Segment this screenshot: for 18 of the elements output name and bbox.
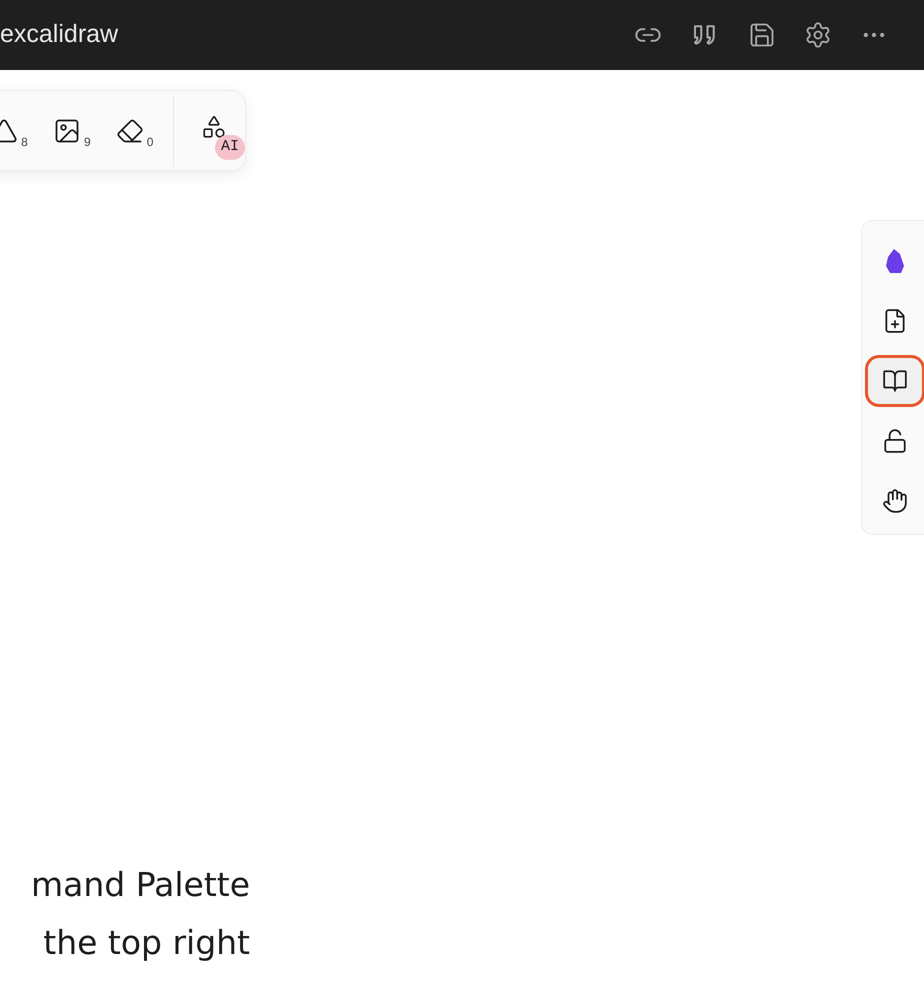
ai-tool-button[interactable]: AI bbox=[190, 102, 245, 160]
book-icon bbox=[882, 368, 908, 394]
logo-icon bbox=[885, 248, 905, 274]
save-icon[interactable] bbox=[748, 21, 776, 49]
shortcut-key: 8 bbox=[21, 132, 28, 150]
canvas-text: the top right bbox=[43, 922, 250, 964]
shortcut-key: 9 bbox=[84, 132, 91, 150]
unlocked-lock-icon bbox=[882, 428, 908, 454]
shortcut-key: 0 bbox=[146, 132, 154, 150]
hand-icon bbox=[882, 488, 908, 514]
window-title: excalidraw bbox=[0, 19, 118, 50]
side-panel-button[interactable] bbox=[865, 355, 924, 407]
canvas-text: mand Palette bbox=[30, 864, 250, 906]
eraser-icon bbox=[116, 116, 144, 144]
image-icon bbox=[53, 116, 82, 144]
ai-badge: AI bbox=[214, 135, 245, 160]
settings-icon[interactable] bbox=[804, 21, 832, 49]
shapes-icon bbox=[200, 114, 227, 140]
